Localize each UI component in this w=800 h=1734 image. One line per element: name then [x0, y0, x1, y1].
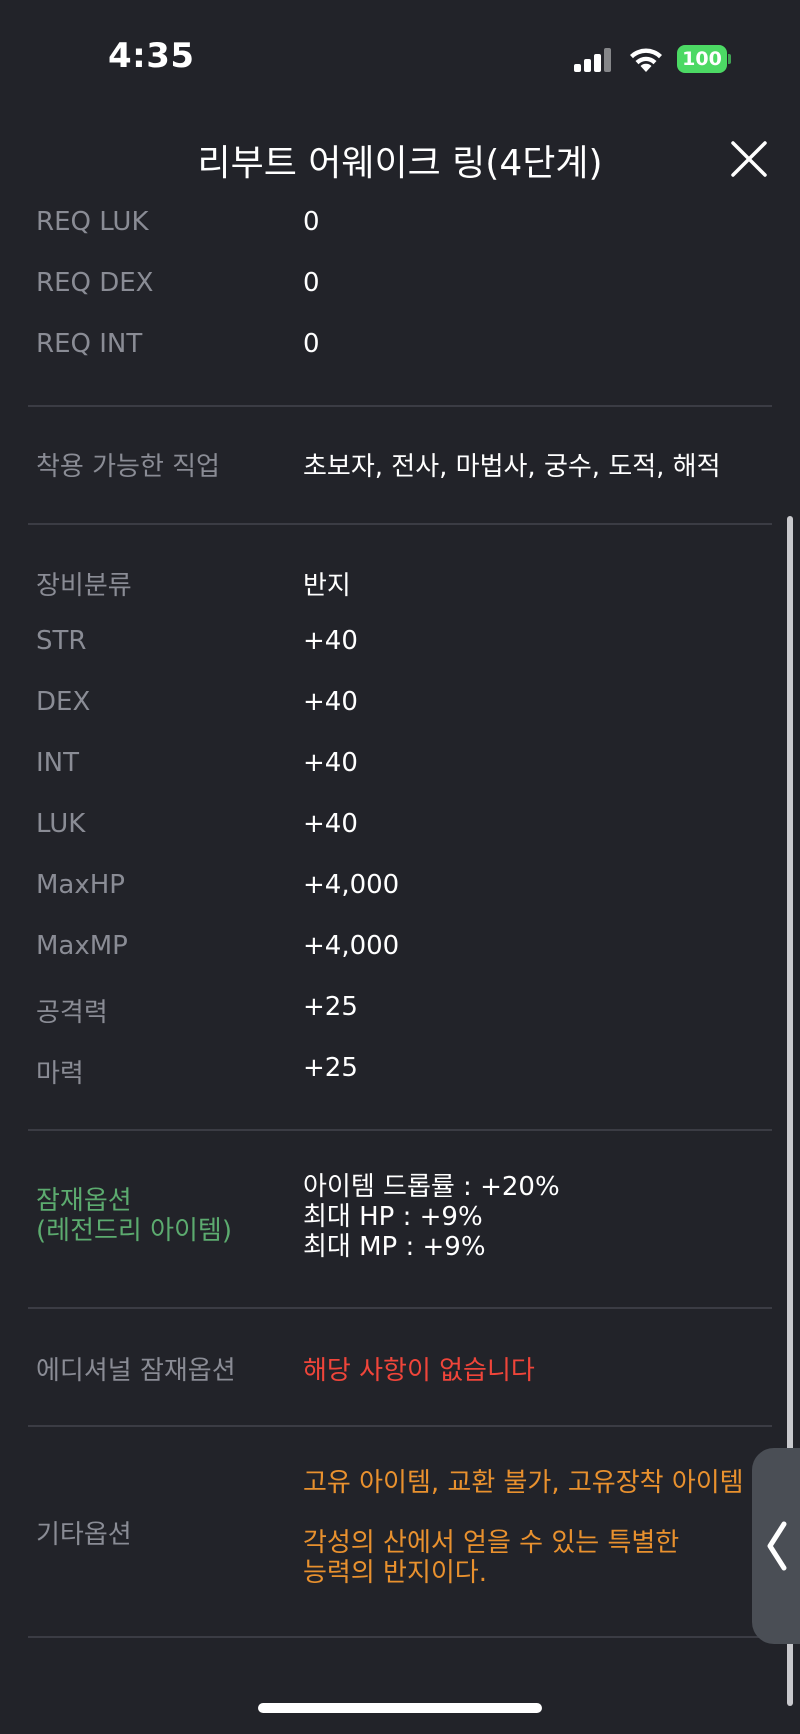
stat-value: +4,000	[303, 870, 400, 900]
jobs-label: 착용 가능한 직업	[36, 452, 220, 482]
divider	[28, 1307, 772, 1309]
cellular-signal-icon	[574, 48, 614, 72]
side-panel-handle[interactable]	[752, 1448, 800, 1644]
potential-value-line: 아이템 드롭률 : +20%	[303, 1172, 560, 1202]
req-label: REQ INT	[36, 329, 143, 359]
req-value: 0	[303, 329, 320, 359]
stat-value: +25	[303, 992, 358, 1022]
req-value: 0	[303, 207, 320, 237]
potential-label: 잠재옵션 (레전드리 아이템)	[36, 1186, 232, 1246]
chevron-left-icon	[767, 1521, 787, 1571]
status-bar: 4:35 100	[0, 0, 800, 110]
page-title: 리부트 어웨이크 링(4단계)	[197, 143, 603, 184]
other-line: 고유 아이템, 교환 불가, 고유장착 아이템	[303, 1468, 744, 1498]
stat-value: +40	[303, 748, 358, 778]
stat-label: INT	[36, 748, 79, 778]
divider	[28, 405, 772, 407]
battery-level: 100	[677, 45, 727, 73]
stat-value: 반지	[303, 571, 351, 601]
stat-label: STR	[36, 626, 87, 656]
other-line: 능력의 반지이다.	[303, 1558, 487, 1588]
stat-label: 장비분류	[36, 571, 132, 601]
stat-label: MaxMP	[36, 931, 128, 961]
req-value: 0	[303, 268, 320, 298]
close-button[interactable]	[728, 138, 770, 180]
potential-value-line: 최대 MP : +9%	[303, 1232, 486, 1262]
req-label: REQ LUK	[36, 207, 149, 237]
potential-label-line2: (레전드리 아이템)	[36, 1216, 232, 1246]
stat-value: +40	[303, 809, 358, 839]
stat-label: 마력	[36, 1059, 84, 1089]
potential-value-list: 아이템 드롭률 : +20% 최대 HP : +9% 최대 MP : +9%	[303, 1172, 560, 1262]
stat-value: +40	[303, 687, 358, 717]
stat-label: DEX	[36, 687, 91, 717]
other-line: 각성의 산에서 얻을 수 있는 특별한	[303, 1528, 680, 1558]
other-label: 기타옵션	[36, 1520, 132, 1550]
stat-value: +4,000	[303, 931, 400, 961]
battery-icon: 100	[677, 45, 731, 73]
stat-label: MaxHP	[36, 870, 125, 900]
stat-label: LUK	[36, 809, 86, 839]
divider	[28, 1129, 772, 1131]
stat-value: +40	[303, 626, 358, 656]
divider	[28, 1425, 772, 1427]
potential-value-line: 최대 HP : +9%	[303, 1202, 483, 1232]
header: 리부트 어웨이크 링(4단계)	[0, 130, 800, 190]
additional-label: 에디셔널 잠재옵션	[36, 1356, 236, 1386]
home-indicator[interactable]	[258, 1703, 542, 1713]
divider	[28, 1636, 772, 1638]
additional-value: 해당 사항이 없습니다	[303, 1356, 535, 1386]
other-value-list: 고유 아이템, 교환 불가, 고유장착 아이템 각성의 산에서 얻을 수 있는 …	[303, 1468, 744, 1588]
jobs-value: 초보자, 전사, 마법사, 궁수, 도적, 해적	[303, 452, 721, 482]
potential-label-line1: 잠재옵션	[36, 1186, 132, 1216]
stat-label: 공격력	[36, 998, 108, 1028]
status-time: 4:35	[108, 36, 195, 76]
close-icon	[731, 141, 767, 177]
divider	[28, 523, 772, 525]
wifi-icon	[628, 44, 664, 74]
req-label: REQ DEX	[36, 268, 154, 298]
stat-value: +25	[303, 1053, 358, 1083]
